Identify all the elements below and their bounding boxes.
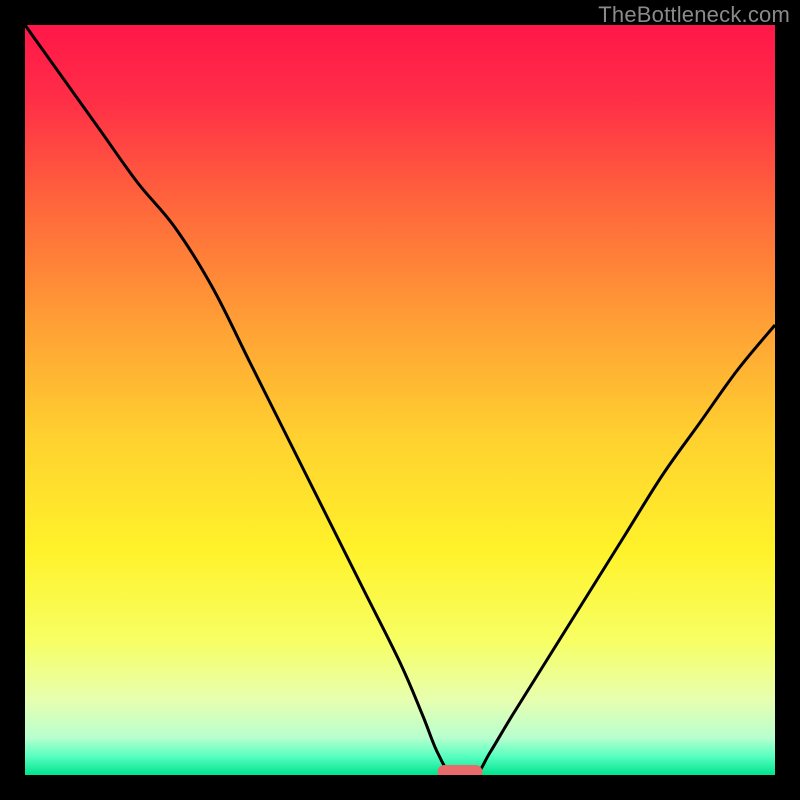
plot-area — [25, 25, 775, 775]
bottleneck-chart — [25, 25, 775, 775]
watermark-text: TheBottleneck.com — [598, 2, 790, 28]
chart-frame: TheBottleneck.com — [0, 0, 800, 800]
optimal-range-marker — [438, 765, 483, 775]
